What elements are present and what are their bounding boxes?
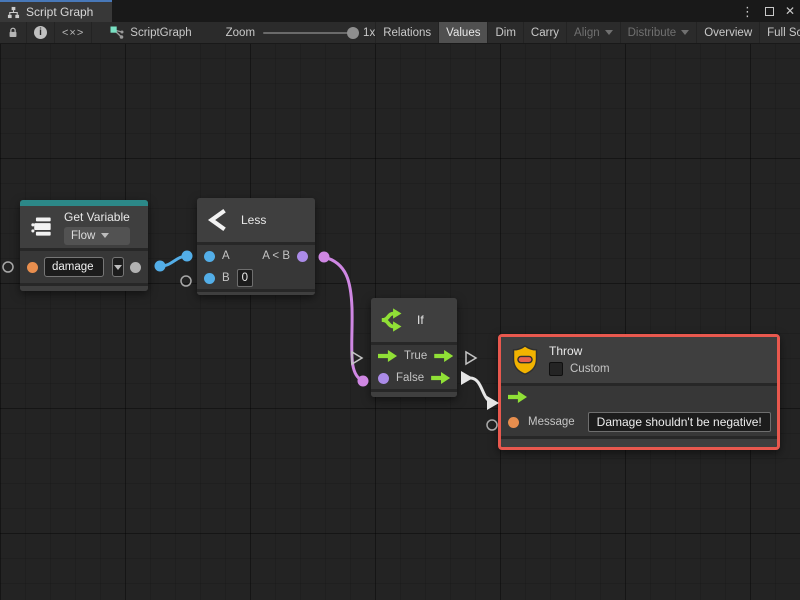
port-hint-circle-throw-message[interactable] (487, 420, 497, 430)
titlebar: Script Graph ⋮ ✕ (0, 0, 800, 22)
variable-name-input-port[interactable] (27, 262, 38, 273)
input-b-label: B (222, 272, 230, 284)
wire-endpoint-dot (319, 252, 330, 263)
if-body: True False (371, 342, 457, 389)
node-less[interactable]: Less A A < B B 0 (197, 198, 315, 295)
wire-if-false-to-throw[interactable] (470, 378, 495, 403)
port-hint-circle-get-variable[interactable] (3, 262, 13, 272)
lock-button[interactable] (0, 22, 26, 43)
node-if[interactable]: If True False (371, 298, 457, 397)
script-graph-window: Script Graph ⋮ ✕ i <×> (0, 0, 800, 600)
throw-body: Message Damage shouldn't be negative! (501, 383, 777, 436)
zoom-slider[interactable] (263, 32, 355, 34)
output-label: A < B (262, 250, 290, 262)
tab-script-graph[interactable]: Script Graph (0, 0, 112, 22)
node-footer (371, 389, 457, 397)
value-toggle-button[interactable]: <×> (54, 22, 91, 43)
graph-hierarchy-icon (7, 6, 20, 19)
node-title: If (417, 313, 424, 327)
dim-button[interactable]: Dim (487, 22, 522, 43)
wire-less-to-if-condition[interactable] (324, 257, 363, 381)
variable-icon (29, 214, 55, 240)
lock-icon (7, 26, 19, 39)
zoom-group: Zoom 1x (226, 22, 376, 43)
maximize-icon[interactable] (765, 7, 774, 16)
graph-name-group: ScriptGraph (110, 22, 191, 43)
get-variable-body: damage (20, 248, 148, 283)
window-controls: ⋮ ✕ (741, 0, 795, 22)
branch-icon (380, 306, 408, 334)
node-footer (501, 436, 777, 447)
less-body: A A < B B 0 (197, 242, 315, 289)
true-output-port[interactable] (434, 350, 453, 362)
message-value-field[interactable]: Damage shouldn't be negative! (588, 412, 771, 432)
script-graph-icon (110, 26, 124, 40)
node-footer (20, 283, 148, 291)
variable-kind-dropdown[interactable]: Flow (64, 227, 130, 245)
graph-canvas[interactable]: Get Variable Flow damage (0, 44, 800, 600)
chevron-down-icon (101, 233, 109, 238)
zoom-value: 1x (363, 27, 375, 39)
true-label: True (404, 350, 427, 362)
input-a-port[interactable] (204, 251, 215, 262)
wire-endpoint-dot (358, 376, 369, 387)
graph-toolbar: i <×> ScriptGraph Zoom 1x Relations V (0, 22, 800, 44)
flow-input-port[interactable] (508, 391, 527, 403)
throw-header[interactable]: Throw Custom (501, 337, 777, 383)
chevron-down-icon (114, 265, 122, 270)
value-output-port[interactable] (130, 262, 141, 273)
input-b-port[interactable] (204, 273, 215, 284)
result-output-port[interactable] (297, 251, 308, 262)
values-button[interactable]: Values (438, 22, 487, 43)
tab-title: Script Graph (26, 5, 93, 19)
chevron-down-icon (681, 30, 689, 35)
graph-name-label: ScriptGraph (130, 27, 191, 39)
wire-endpoint-triangle (461, 371, 473, 385)
node-get-variable[interactable]: Get Variable Flow damage (20, 200, 148, 291)
custom-checkbox-label: Custom (570, 363, 610, 375)
toolbar-divider (91, 22, 92, 43)
throw-shield-icon (510, 343, 540, 377)
node-title: Get Variable (64, 210, 130, 224)
get-variable-header[interactable]: Get Variable Flow (20, 206, 148, 248)
false-output-port[interactable] (431, 372, 450, 384)
zoom-label: Zoom (226, 27, 255, 39)
less-than-icon (206, 207, 232, 233)
node-title: Less (241, 213, 266, 227)
node-title: Throw (549, 344, 610, 358)
false-label: False (396, 372, 424, 384)
message-input-port[interactable] (508, 417, 519, 428)
kebab-menu-icon[interactable]: ⋮ (741, 5, 754, 18)
wire-endpoint-dot (182, 251, 193, 262)
overview-button[interactable]: Overview (696, 22, 759, 43)
node-throw[interactable]: Throw Custom Message Damage shouldn't be… (498, 334, 780, 450)
variable-name-field[interactable]: damage (44, 257, 104, 277)
port-hint-triangle-if-true-output[interactable] (466, 352, 476, 364)
wire-endpoint-dot (155, 261, 166, 272)
full-screen-button[interactable]: Full Screen (759, 22, 800, 43)
info-icon: i (34, 26, 47, 39)
if-header[interactable]: If (371, 298, 457, 342)
port-hint-triangle-if-input[interactable] (352, 352, 362, 364)
distribute-dropdown[interactable]: Distribute (620, 22, 697, 43)
variable-picker-button[interactable] (112, 257, 124, 277)
code-brackets-icon: <×> (62, 27, 84, 39)
node-footer (197, 289, 315, 295)
carry-button[interactable]: Carry (523, 22, 566, 43)
zoom-slider-knob[interactable] (347, 27, 359, 39)
relations-button[interactable]: Relations (375, 22, 438, 43)
custom-checkbox[interactable] (549, 362, 563, 376)
chevron-down-icon (605, 30, 613, 35)
input-b-value-field[interactable]: 0 (237, 269, 253, 287)
less-header[interactable]: Less (197, 198, 315, 242)
wire-damage-to-less-a[interactable] (160, 256, 187, 266)
flow-input-port[interactable] (378, 350, 397, 362)
close-icon[interactable]: ✕ (785, 5, 795, 17)
input-a-label: A (222, 250, 230, 262)
message-label: Message (528, 416, 575, 428)
align-dropdown[interactable]: Align (566, 22, 620, 43)
port-hint-circle-less-b[interactable] (181, 276, 191, 286)
condition-input-port[interactable] (378, 373, 389, 384)
info-button[interactable]: i (26, 22, 54, 43)
